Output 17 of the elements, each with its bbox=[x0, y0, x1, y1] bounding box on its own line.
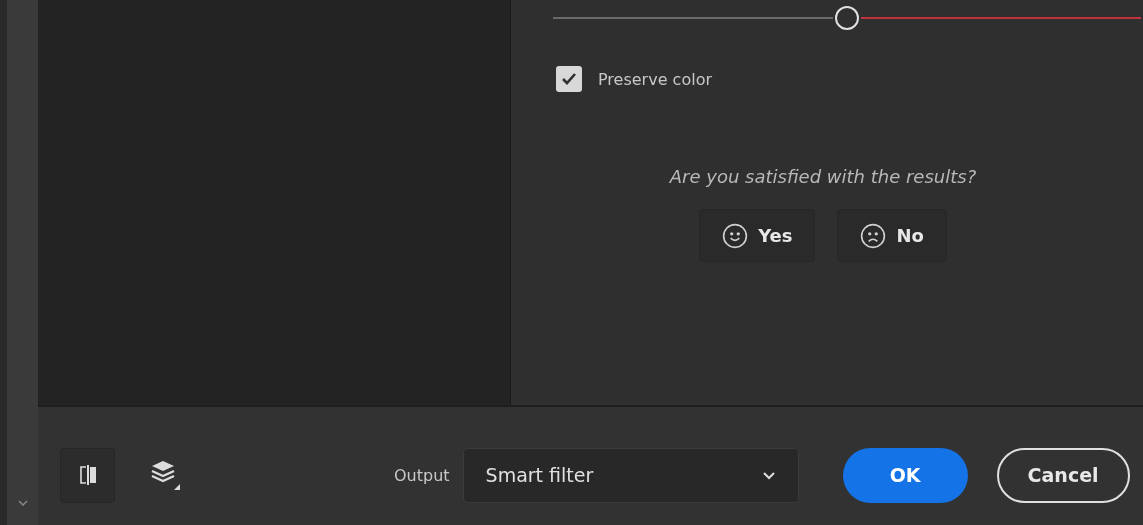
chevron-down-icon[interactable] bbox=[16, 499, 29, 507]
feedback-button[interactable]: Yes bbox=[699, 209, 816, 262]
split-view-icon bbox=[78, 465, 97, 485]
output-dropdown[interactable]: Smart filter bbox=[462, 447, 799, 503]
checkmark-icon bbox=[561, 72, 577, 86]
ok-button[interactable]: OK bbox=[842, 447, 968, 503]
feedback-button[interactable]: No bbox=[837, 209, 947, 262]
frowny-icon bbox=[860, 222, 887, 249]
smiley-icon bbox=[722, 222, 749, 249]
output-label: Output bbox=[394, 465, 450, 485]
feedback-question: Are you satisfied with the results? bbox=[668, 166, 978, 187]
cancel-button[interactable]: Cancel bbox=[996, 447, 1130, 503]
slider-thumb[interactable] bbox=[835, 6, 859, 30]
compare-button[interactable] bbox=[60, 447, 115, 503]
chevron-down-icon bbox=[761, 470, 776, 480]
checkbox[interactable] bbox=[556, 66, 582, 92]
checkbox-label: Preserve color bbox=[598, 69, 712, 89]
